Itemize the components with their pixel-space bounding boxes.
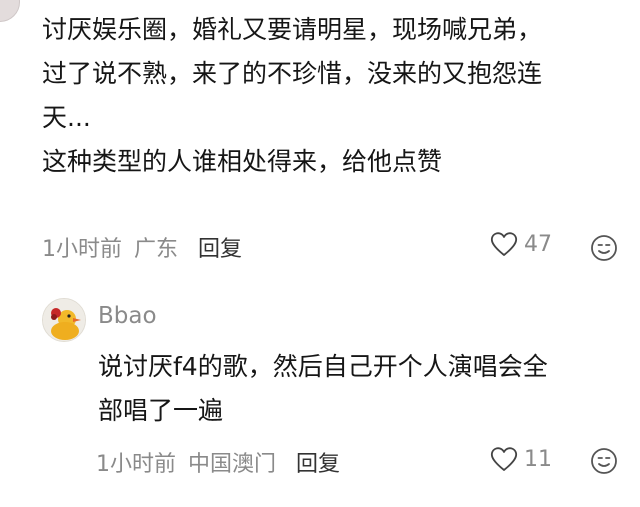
reply-time: 1小时前 — [96, 452, 176, 477]
like-count: 47 — [524, 231, 552, 257]
reply-like-count: 11 — [524, 446, 552, 472]
comment-text: 讨厌娱乐圈，婚礼又要请明星，现场喊兄弟， 过了说不熟，来了的不珍惜，没来的又抱怨… — [42, 15, 543, 176]
avatar[interactable] — [0, 0, 20, 22]
reply-location: 中国澳门 — [188, 452, 277, 477]
comment-meta: 1小时前 广东 回复 — [42, 231, 242, 263]
like-button[interactable]: 47 — [490, 231, 552, 257]
reply-meta: 1小时前 中国澳门 回复 — [96, 446, 340, 478]
emoji-icon[interactable] — [590, 447, 618, 475]
reply-reply-button[interactable]: 回复 — [296, 446, 340, 478]
comment-time: 1小时前 — [42, 237, 122, 262]
reply-like-button[interactable]: 11 — [490, 446, 552, 472]
duck-avatar-icon — [43, 299, 85, 341]
heart-icon — [490, 232, 518, 256]
emoji-icon[interactable] — [590, 234, 618, 262]
reply-avatar[interactable] — [42, 298, 86, 342]
reply-text: 说讨厌f4的歌，然后自己开个人演唱会全 部唱了一遍 — [98, 352, 548, 425]
heart-icon — [490, 447, 518, 471]
reply-button[interactable]: 回复 — [198, 231, 242, 263]
reply-username[interactable]: Bbao — [98, 303, 157, 329]
comment-location: 广东 — [134, 237, 179, 262]
